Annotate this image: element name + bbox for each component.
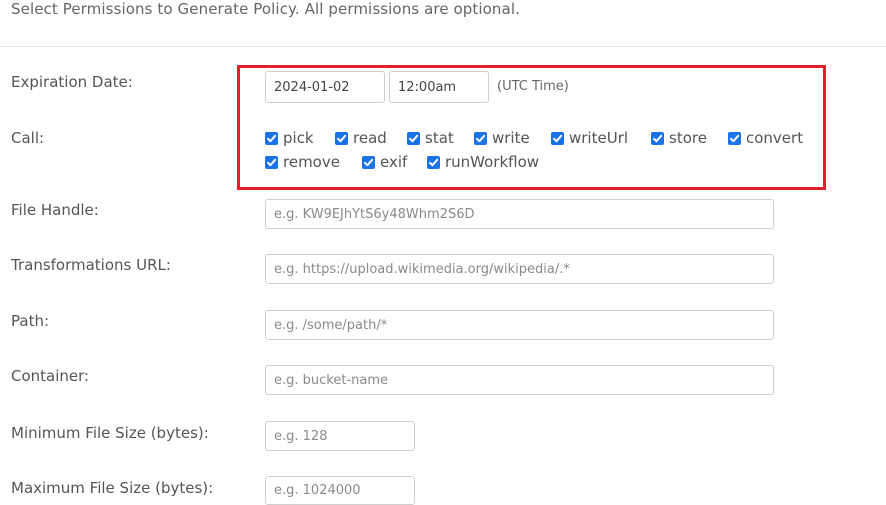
min-file-size-label: Minimum File Size (bytes): <box>11 424 209 442</box>
transformations-url-input[interactable] <box>265 254 774 284</box>
file-handle-label: File Handle: <box>11 201 99 219</box>
highlight-box <box>237 65 826 190</box>
container-input[interactable] <box>265 365 774 395</box>
file-handle-input[interactable] <box>265 199 774 229</box>
divider <box>0 46 886 47</box>
path-label: Path: <box>11 312 50 330</box>
intro-text: Select Permissions to Generate Policy. A… <box>11 0 520 18</box>
min-file-size-input[interactable] <box>265 421 415 451</box>
path-input[interactable] <box>265 310 774 340</box>
max-file-size-input[interactable] <box>265 476 415 505</box>
expiration-date-label: Expiration Date: <box>11 73 133 91</box>
transformations-url-label: Transformations URL: <box>11 256 171 274</box>
max-file-size-label: Maximum File Size (bytes): <box>11 479 214 497</box>
container-label: Container: <box>11 367 90 385</box>
call-label: Call: <box>11 129 45 147</box>
